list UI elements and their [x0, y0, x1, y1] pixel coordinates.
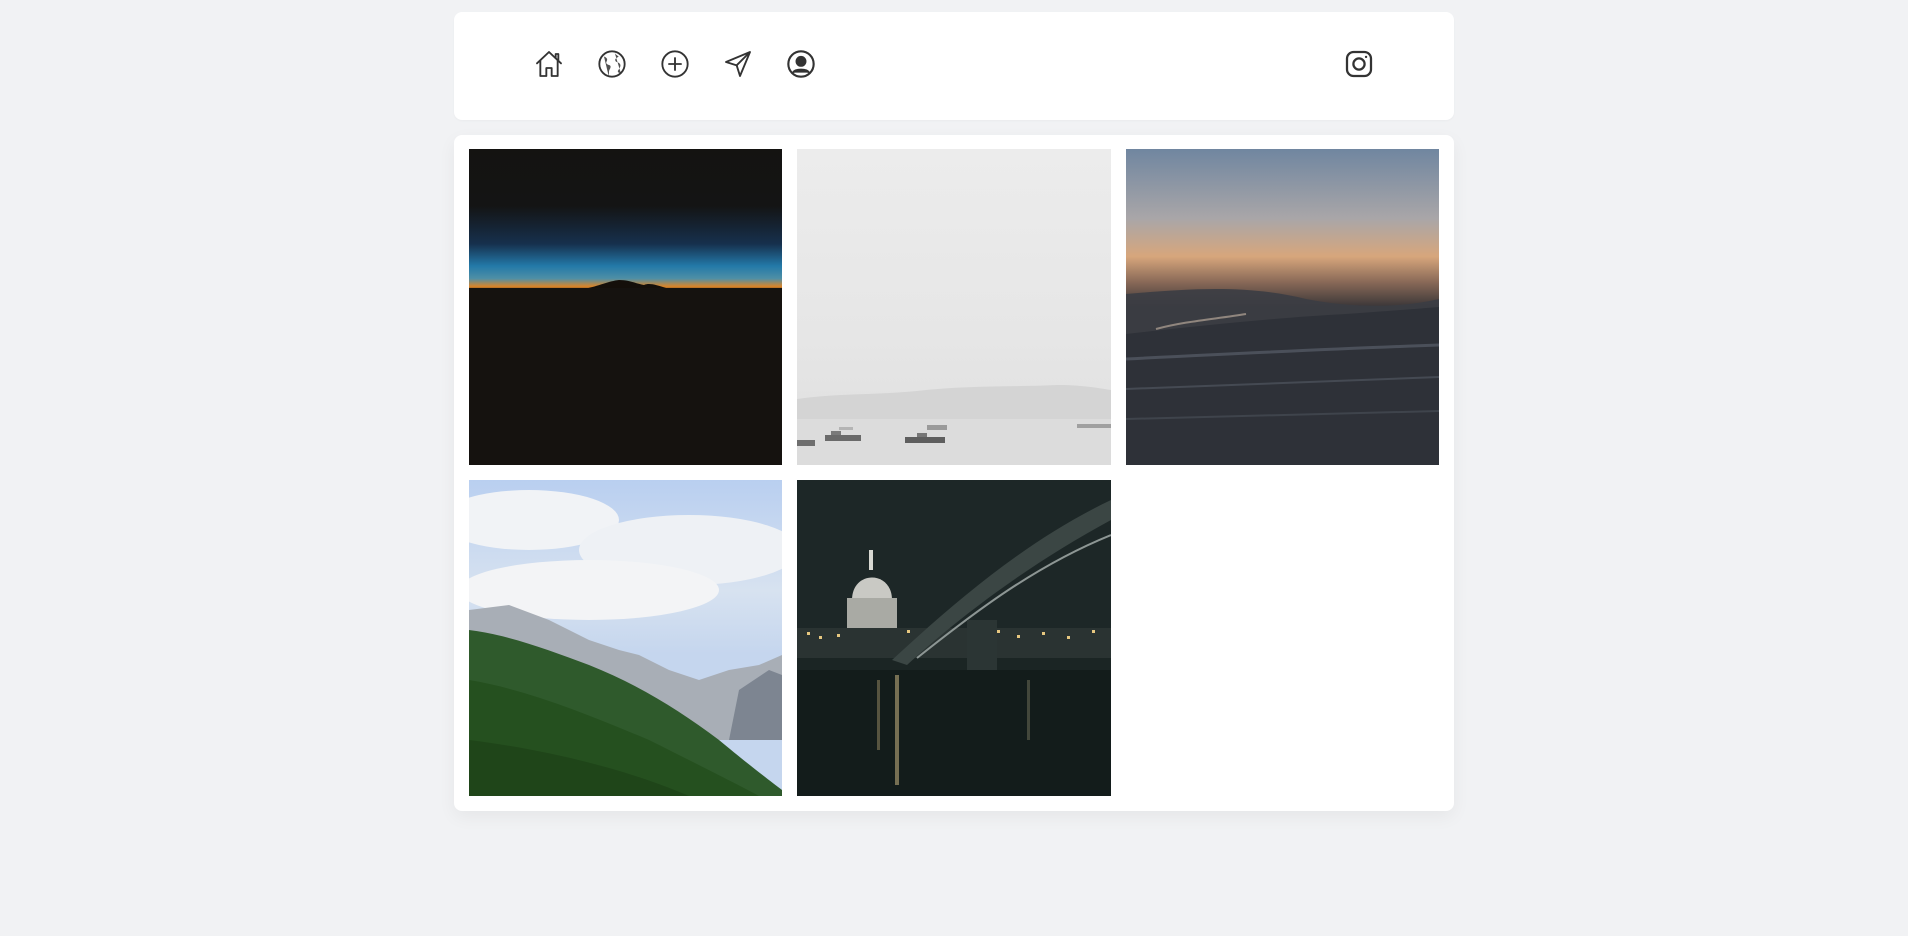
ocean-wave-image	[1126, 149, 1439, 465]
top-navigation-bar	[454, 12, 1454, 120]
photo-tile[interactable]	[797, 149, 1111, 465]
foggy-harbor-image	[797, 149, 1111, 465]
forested-mountain-image	[469, 480, 782, 796]
photo-tile[interactable]	[469, 480, 782, 796]
app-container	[454, 12, 1454, 811]
new-post-button[interactable]	[659, 48, 691, 80]
user-circle-icon	[787, 50, 815, 78]
photo-grid-card	[454, 135, 1454, 811]
plus-circle-icon	[661, 50, 689, 78]
instagram-button[interactable]	[1343, 48, 1375, 80]
explore-button[interactable]	[596, 48, 628, 80]
globe-icon	[598, 50, 626, 78]
photo-tile[interactable]	[1126, 149, 1439, 465]
home-icon	[536, 51, 562, 77]
photo-grid	[469, 149, 1439, 796]
direct-messages-button[interactable]	[722, 48, 754, 80]
photo-tile[interactable]	[469, 149, 782, 465]
st-pauls-night-image	[797, 480, 1111, 796]
instagram-icon	[1345, 50, 1373, 78]
photo-tile[interactable]	[797, 480, 1111, 796]
profile-button[interactable]	[785, 48, 817, 80]
send-icon	[725, 51, 751, 77]
main-nav	[533, 48, 817, 80]
mountain-silhouette-image	[469, 149, 782, 465]
home-button[interactable]	[533, 48, 565, 80]
